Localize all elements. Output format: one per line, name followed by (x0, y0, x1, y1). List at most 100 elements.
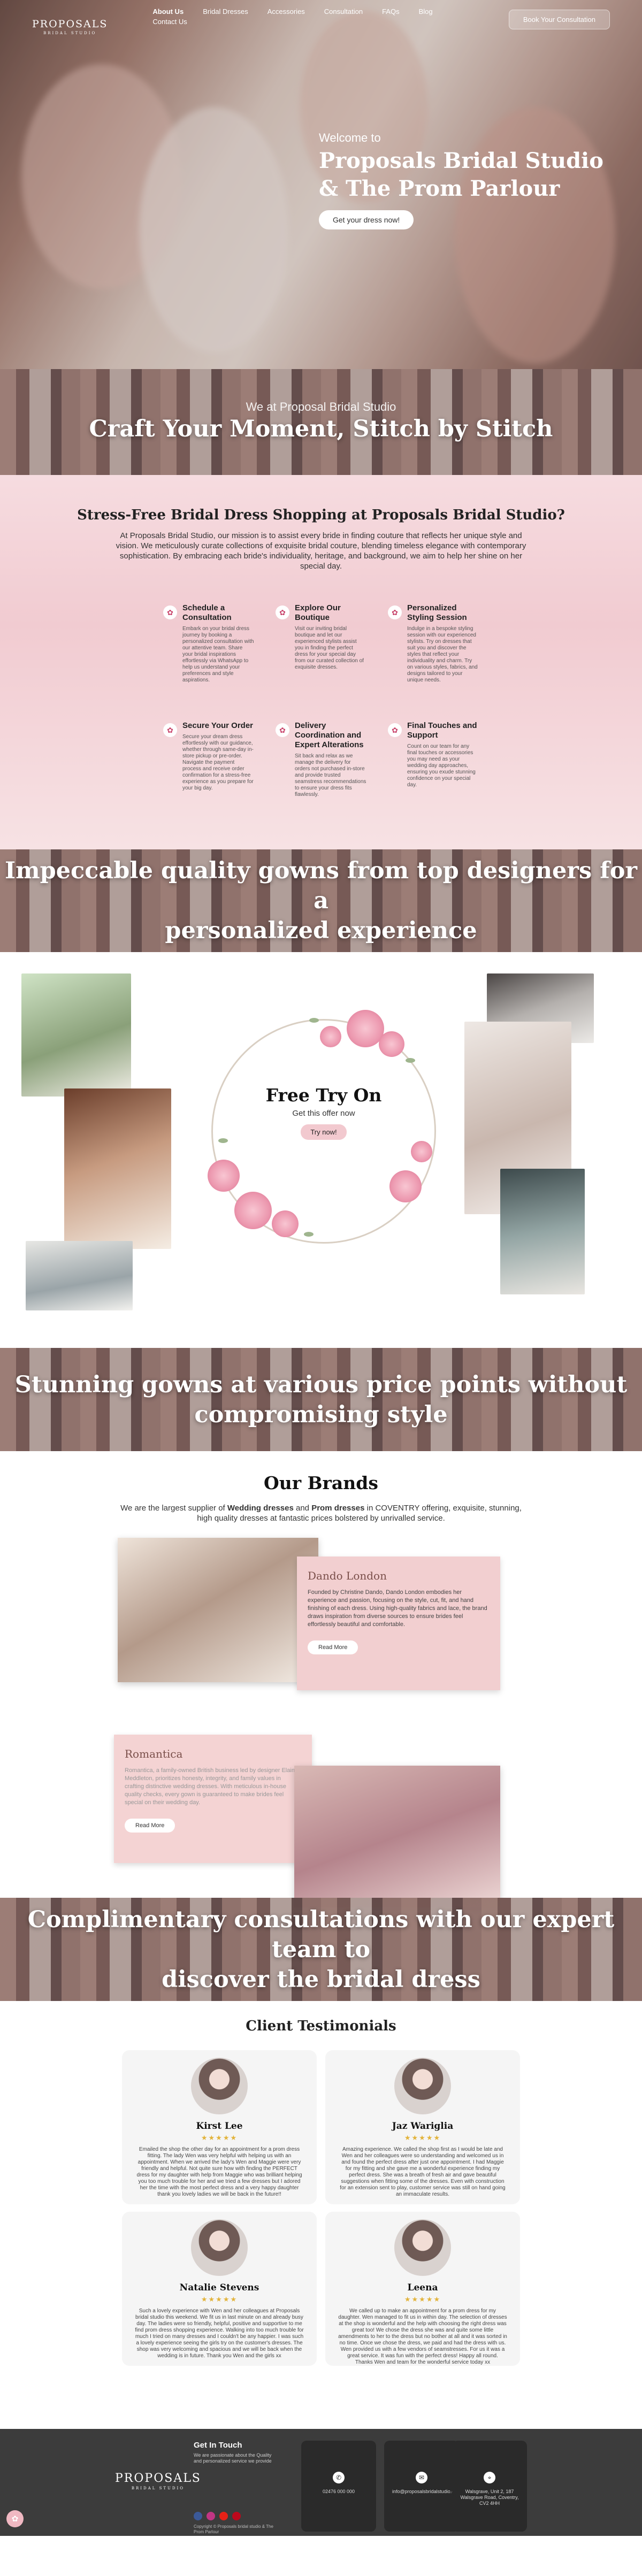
phone-number: 02476 000 000 (322, 2489, 355, 2494)
social-links (194, 2512, 241, 2520)
lead-prom-dresses: Prom dresses (311, 1504, 365, 1513)
bride-photo (500, 1169, 585, 1294)
get-dress-button[interactable]: Get your dress now! (319, 210, 414, 229)
rose-icon: ✿ (388, 723, 402, 737)
read-more-button[interactable]: Read More (308, 1640, 358, 1654)
step-title: Delivery Coordination and Expert Alterat… (295, 721, 364, 749)
testimonial-name: Natalie Stevens (179, 2282, 259, 2293)
address-card[interactable]: ⌖ Walsgrave, Unit 2, 187 Walsgrave Road,… (452, 2441, 527, 2532)
nav-bridal-dresses[interactable]: Bridal Dresses (203, 7, 248, 16)
free-try-on-section: Free Try On Get this offer now Try now! (0, 952, 642, 1348)
rose-icon: ✿ (276, 605, 289, 619)
step-title: Secure Your Order (182, 721, 253, 730)
romantica-photo (294, 1766, 500, 1907)
brands-title: Our Brands (264, 1473, 378, 1493)
quality-gowns-banner: Impeccable quality gowns from top design… (0, 849, 642, 952)
testimonial-text: Emailed the shop the other day for an ap… (136, 2146, 302, 2197)
bride-photo (26, 1241, 133, 1310)
nav-about-us[interactable]: About Us (152, 7, 184, 16)
avatar (191, 2219, 248, 2276)
address: Walsgrave, Unit 2, 187 Walsgrave Road, C… (460, 2489, 519, 2506)
brand-description: Founded by Christine Dando, Dando London… (308, 1589, 487, 1628)
logo-subtext: BRIDAL STUDIO (43, 31, 97, 35)
footer-logo-text: PROPOSALS (115, 2472, 201, 2485)
instagram-icon[interactable] (207, 2512, 215, 2520)
site-logo[interactable]: PROPOSALS BRIDAL STUDIO (32, 18, 108, 35)
banner-title-line2: personalized experience (165, 917, 477, 944)
read-more-button[interactable]: Read More (125, 1819, 175, 1833)
nav-contact-us[interactable]: Contact Us (152, 18, 187, 26)
brand-name: Romantica (125, 1747, 183, 1760)
phone-card[interactable]: ✆ 02476 000 000 (301, 2441, 376, 2532)
step-title: Personalized Styling Session (407, 603, 467, 622)
nav-faqs[interactable]: FAQs (382, 7, 400, 16)
hero-title-line1: Proposals Bridal Studio (319, 148, 603, 173)
nav-accessories[interactable]: Accessories (268, 7, 305, 16)
consultation-banner: Complimentary consultations with our exp… (0, 1898, 642, 2001)
brand-name: Dando London (308, 1569, 387, 1582)
try-on-offer: Free Try On Get this offer now Try now! (211, 1085, 436, 1140)
banner-title: Impeccable quality gowns from top design… (0, 856, 642, 946)
facebook-icon[interactable] (194, 2512, 202, 2520)
banner-title-line2: discover the bridal dress (162, 1966, 480, 1993)
step-final-touches: ✿ Final Touches and Support Count on our … (388, 721, 479, 798)
nav-links: About Us Bridal Dresses Accessories Cons… (152, 7, 452, 26)
email-address: info@proposalsbridalstudio.com (392, 2489, 461, 2494)
testimonial-name: Kirst Lee (196, 2121, 243, 2132)
leaf-decoration (304, 1232, 314, 1237)
testimonial-text: We called up to make an appointment for … (338, 2308, 507, 2365)
book-consultation-button[interactable]: Book Your Consultation (508, 10, 610, 29)
hero-section: PROPOSALS BRIDAL STUDIO About Us Bridal … (0, 0, 642, 369)
flower-decoration (379, 1031, 404, 1057)
testimonial-card: Natalie Stevens ★★★★★ Such a lovely expe… (122, 2212, 317, 2366)
main-navigation: PROPOSALS BRIDAL STUDIO About Us Bridal … (0, 0, 642, 37)
brand-description: Romantica, a family-owned British busine… (125, 1767, 299, 1806)
rating-stars: ★★★★★ (201, 2134, 238, 2142)
step-text: Sit back and relax as we manage the deli… (295, 753, 366, 798)
brands-lead: We are the largest supplier of Wedding d… (118, 1503, 524, 1523)
step-secure-order: ✿ Secure Your Order Secure your dream dre… (163, 721, 254, 798)
process-section: Stress-Free Bridal Dress Shopping at Pro… (0, 475, 642, 849)
step-schedule-consultation: ✿ Schedule a Consultation Embark on your … (163, 603, 254, 684)
testimonials-title: Client Testimonials (246, 2018, 396, 2034)
nav-consultation[interactable]: Consultation (324, 7, 363, 16)
step-text: Count on our team for any final touches … (407, 743, 476, 788)
testimonial-text: Amazing experience. We called the shop f… (340, 2146, 506, 2197)
youtube-icon[interactable] (219, 2512, 228, 2520)
footer-description: We are passionate about the Quality and … (194, 2452, 272, 2464)
our-brands-section: Our Brands We are the largest supplier o… (0, 1451, 642, 1907)
avatar (394, 2219, 451, 2276)
step-title: Final Touches and Support (407, 721, 477, 740)
mail-icon: ✉ (416, 2472, 427, 2483)
lead-wedding-dresses: Wedding dresses (227, 1504, 294, 1513)
nav-blog[interactable]: Blog (419, 7, 433, 16)
chat-bubble-icon[interactable]: ✿ (6, 2510, 24, 2527)
testimonials-section: Client Testimonials Kirst Lee ★★★★★ Emai… (0, 2001, 642, 2429)
email-card[interactable]: ✉ info@proposalsbridalstudio.com (384, 2441, 461, 2532)
avatar (191, 2058, 248, 2114)
hero-title-line2: & The Prom Parlour (319, 176, 560, 201)
pinterest-icon[interactable] (232, 2512, 241, 2520)
location-pin-icon: ⌖ (484, 2472, 495, 2483)
step-text: Embark on your bridal dress journey by b… (182, 626, 254, 683)
hero-title: Proposals Bridal Studio & The Prom Parlo… (319, 147, 603, 203)
craft-moment-banner: We at Proposal Bridal Studio Craft Your … (0, 369, 642, 475)
process-title: Stress-Free Bridal Dress Shopping at Pro… (77, 507, 565, 523)
banner-title: Complimentary consultations with our exp… (0, 1905, 642, 1995)
rose-icon: ✿ (276, 723, 289, 737)
banner-title-line1: Impeccable quality gowns from top design… (4, 857, 638, 914)
flower-decoration (208, 1160, 240, 1192)
process-intro: At Proposals Bridal Studio, our mission … (116, 531, 526, 571)
brand-card-dando-london: Dando London Founded by Christine Dando,… (297, 1557, 500, 1690)
flower-decoration (389, 1170, 422, 1202)
lead-text: and (293, 1504, 312, 1513)
logo-text: PROPOSALS (32, 18, 108, 30)
step-delivery-alterations: ✿ Delivery Coordination and Expert Alter… (276, 721, 366, 798)
rating-stars: ★★★★★ (404, 2134, 441, 2142)
step-text: Secure your dream dress effortlessly wit… (182, 734, 254, 791)
try-now-button[interactable]: Try now! (301, 1124, 347, 1140)
footer-logo[interactable]: PROPOSALS BRIDAL STUDIO (115, 2472, 201, 2490)
rating-stars: ★★★★★ (201, 2295, 238, 2303)
bride-photo (64, 1088, 171, 1249)
footer-logo-subtext: BRIDAL STUDIO (131, 2486, 185, 2490)
